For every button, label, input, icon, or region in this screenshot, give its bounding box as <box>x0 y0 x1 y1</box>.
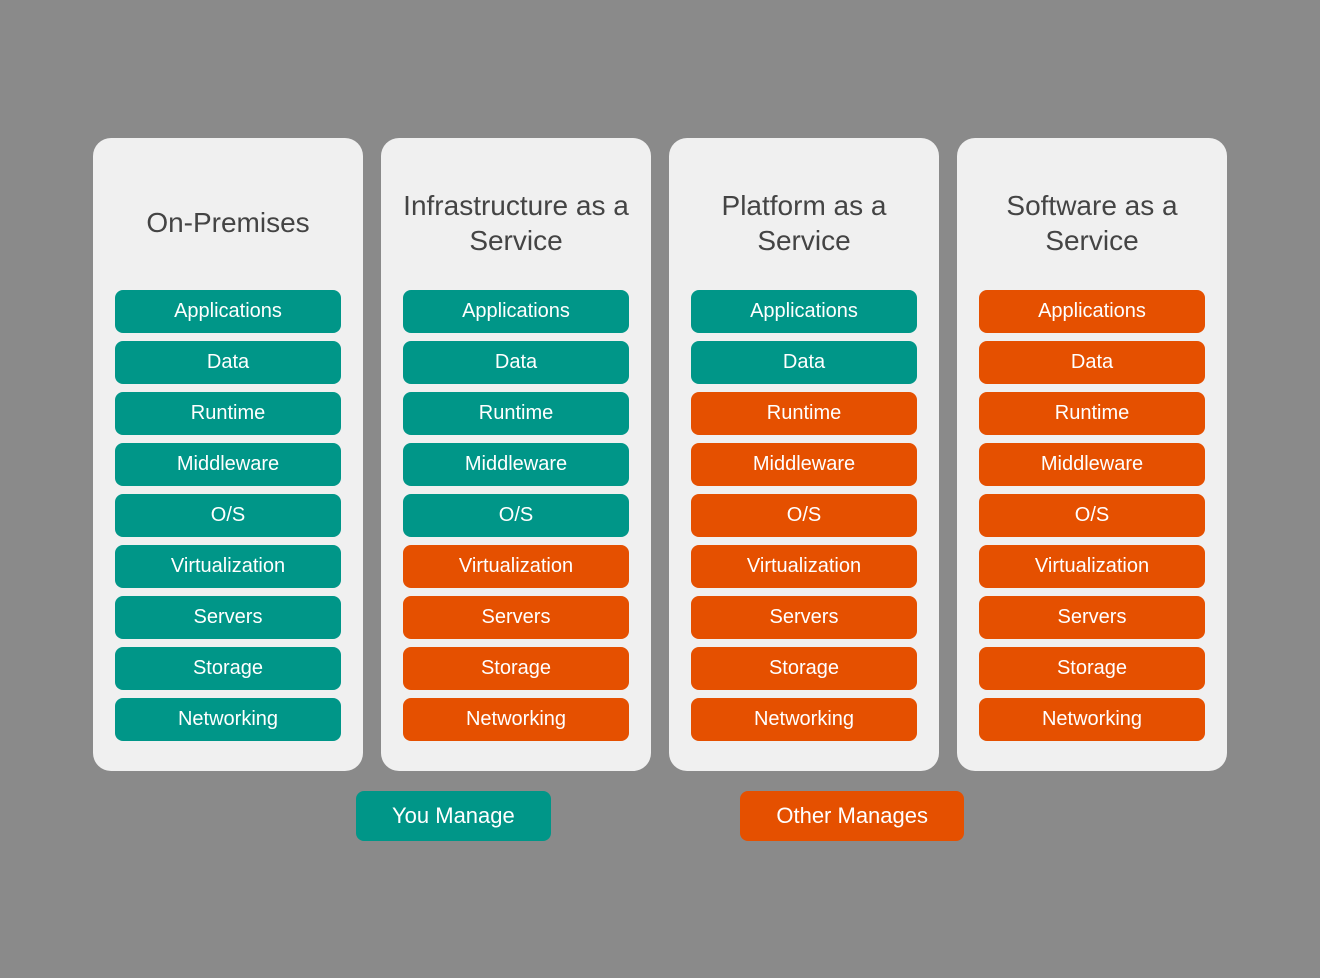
item-badge-storage-paas: Storage <box>691 647 917 690</box>
item-badge-virtualization-saas: Virtualization <box>979 545 1205 588</box>
column-iaas: Infrastructure as a Service Applications D… <box>381 138 651 771</box>
column-title-on-premises: On-Premises <box>146 168 309 278</box>
item-badge-networking-on-premises: Networking <box>115 698 341 741</box>
column-saas: Software as a Service Applications Data Run… <box>957 138 1227 771</box>
items-list-saas: Applications Data Runtime Middleware O/S Virt… <box>979 290 1205 741</box>
item-badge-o-s-on-premises: O/S <box>115 494 341 537</box>
item-badge-o-s-saas: O/S <box>979 494 1205 537</box>
item-badge-runtime-on-premises: Runtime <box>115 392 341 435</box>
item-badge-data-saas: Data <box>979 341 1205 384</box>
item-badge-data-iaas: Data <box>403 341 629 384</box>
item-badge-servers-paas: Servers <box>691 596 917 639</box>
item-badge-virtualization-on-premises: Virtualization <box>115 545 341 588</box>
legend-container: You Manage Other Manages <box>86 791 1234 841</box>
other-manages-button[interactable]: Other Manages <box>740 791 964 841</box>
column-on-premises: On-Premises Applications Data Runtime Middle… <box>93 138 363 771</box>
items-list-iaas: Applications Data Runtime Middleware O/S Virt… <box>403 290 629 741</box>
item-badge-storage-on-premises: Storage <box>115 647 341 690</box>
item-badge-networking-iaas: Networking <box>403 698 629 741</box>
item-badge-servers-saas: Servers <box>979 596 1205 639</box>
item-badge-data-paas: Data <box>691 341 917 384</box>
items-list-on-premises: Applications Data Runtime Middleware O/S Virt… <box>115 290 341 741</box>
column-title-iaas: Infrastructure as a Service <box>403 168 629 278</box>
item-badge-data-on-premises: Data <box>115 341 341 384</box>
columns-row: On-Premises Applications Data Runtime Middle… <box>93 138 1227 771</box>
item-badge-runtime-iaas: Runtime <box>403 392 629 435</box>
item-badge-virtualization-iaas: Virtualization <box>403 545 629 588</box>
item-badge-runtime-paas: Runtime <box>691 392 917 435</box>
item-badge-servers-on-premises: Servers <box>115 596 341 639</box>
column-paas: Platform as a Service Applications Data Run… <box>669 138 939 771</box>
items-list-paas: Applications Data Runtime Middleware O/S Virt… <box>691 290 917 741</box>
item-badge-o-s-paas: O/S <box>691 494 917 537</box>
item-badge-middleware-on-premises: Middleware <box>115 443 341 486</box>
item-badge-applications-paas: Applications <box>691 290 917 333</box>
item-badge-networking-paas: Networking <box>691 698 917 741</box>
item-badge-storage-saas: Storage <box>979 647 1205 690</box>
item-badge-middleware-paas: Middleware <box>691 443 917 486</box>
main-container: On-Premises Applications Data Runtime Middle… <box>86 138 1234 841</box>
you-manage-button[interactable]: You Manage <box>356 791 551 841</box>
item-badge-applications-saas: Applications <box>979 290 1205 333</box>
item-badge-middleware-iaas: Middleware <box>403 443 629 486</box>
item-badge-networking-saas: Networking <box>979 698 1205 741</box>
item-badge-applications-on-premises: Applications <box>115 290 341 333</box>
item-badge-runtime-saas: Runtime <box>979 392 1205 435</box>
column-title-paas: Platform as a Service <box>691 168 917 278</box>
column-title-saas: Software as a Service <box>979 168 1205 278</box>
item-badge-o-s-iaas: O/S <box>403 494 629 537</box>
item-badge-virtualization-paas: Virtualization <box>691 545 917 588</box>
item-badge-servers-iaas: Servers <box>403 596 629 639</box>
item-badge-middleware-saas: Middleware <box>979 443 1205 486</box>
item-badge-applications-iaas: Applications <box>403 290 629 333</box>
item-badge-storage-iaas: Storage <box>403 647 629 690</box>
